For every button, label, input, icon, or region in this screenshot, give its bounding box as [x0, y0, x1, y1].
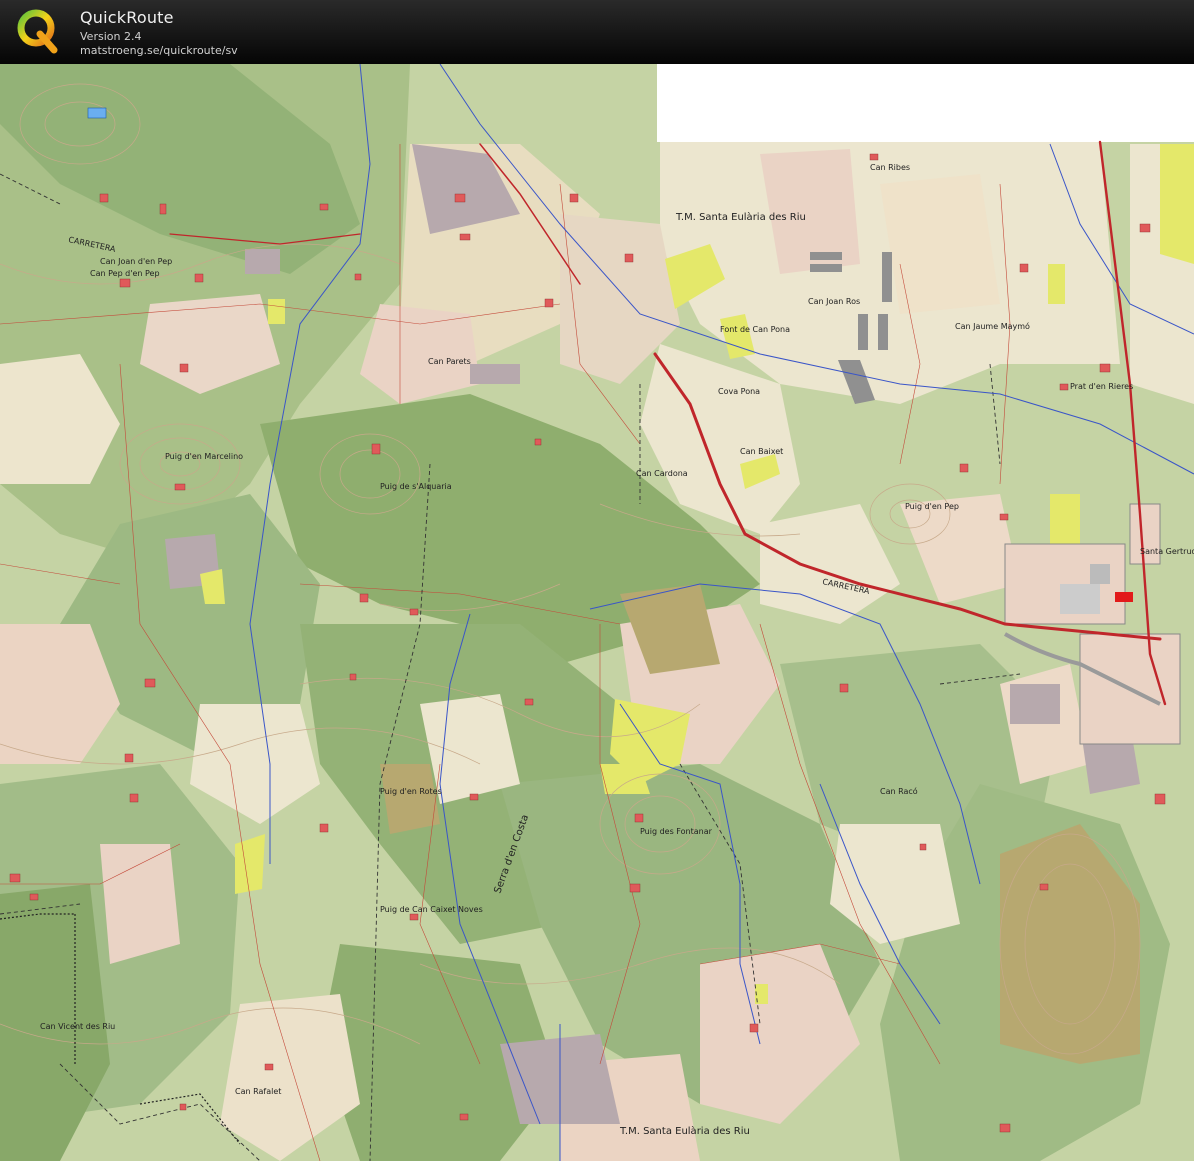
- quickroute-q-logo-icon: [17, 9, 58, 54]
- label-font-can-pona: Font de Can Pona: [720, 325, 790, 334]
- label-puig-den-rotes: Puig d'en Rotes: [380, 787, 442, 796]
- label-can-vicent: Can Vicent des Riu: [40, 1022, 115, 1031]
- label-can-joan-den-pep: Can Joan d'en Pep: [100, 257, 172, 266]
- label-municipality-south: T.M. Santa Eulària des Riu: [619, 1125, 750, 1137]
- label-can-pep-den-pep: Can Pep d'en Pep: [90, 269, 160, 278]
- label-puig-des-fontanar: Puig des Fontanar: [640, 827, 713, 836]
- label-can-joan-ros: Can Joan Ros: [808, 297, 860, 306]
- label-can-cardona: Can Cardona: [636, 469, 688, 478]
- app-title: QuickRoute: [80, 8, 174, 27]
- label-can-rafalet: Can Rafalet: [235, 1087, 281, 1096]
- map-viewport[interactable]: T.M. Santa Eulària des Riu T.M. Santa Eu…: [0, 64, 1194, 1161]
- label-can-ribes: Can Ribes: [870, 163, 910, 172]
- label-can-baixet: Can Baixet: [740, 447, 783, 456]
- app-header: QuickRoute Version 2.4 matstroeng.se/qui…: [0, 0, 1194, 65]
- label-can-parets: Can Parets: [428, 357, 471, 366]
- pond-icon: [87, 107, 107, 119]
- label-can-jaume-maymo: Can Jaume Maymó: [955, 321, 1030, 331]
- map-canvas[interactable]: T.M. Santa Eulària des Riu T.M. Santa Eu…: [0, 64, 1194, 1161]
- label-can-noves: Puig de Can Caixet Noves: [380, 905, 483, 914]
- label-prat-den-rieres: Prat d'en Rieres: [1070, 382, 1133, 391]
- app-url[interactable]: matstroeng.se/quickroute/sv: [80, 44, 238, 57]
- quickroute-window: QuickRoute Version 2.4 matstroeng.se/qui…: [0, 0, 1194, 1161]
- label-puig-den-marcelino: Puig d'en Marcelino: [165, 452, 243, 461]
- app-version: Version 2.4: [80, 30, 142, 43]
- label-puig-den-pep: Puig d'en Pep: [905, 502, 959, 511]
- label-municipality-north: T.M. Santa Eulària des Riu: [675, 211, 806, 223]
- map-blank-area: [657, 64, 1194, 142]
- label-puig-de-salquaria: Puig de s'Alquaria: [380, 482, 452, 491]
- label-can-raco: Can Racó: [880, 786, 918, 796]
- label-cova-pona: Cova Pona: [718, 387, 760, 396]
- label-santa-gertrudis: Santa Gertrudis de Fruitera: [1140, 547, 1194, 556]
